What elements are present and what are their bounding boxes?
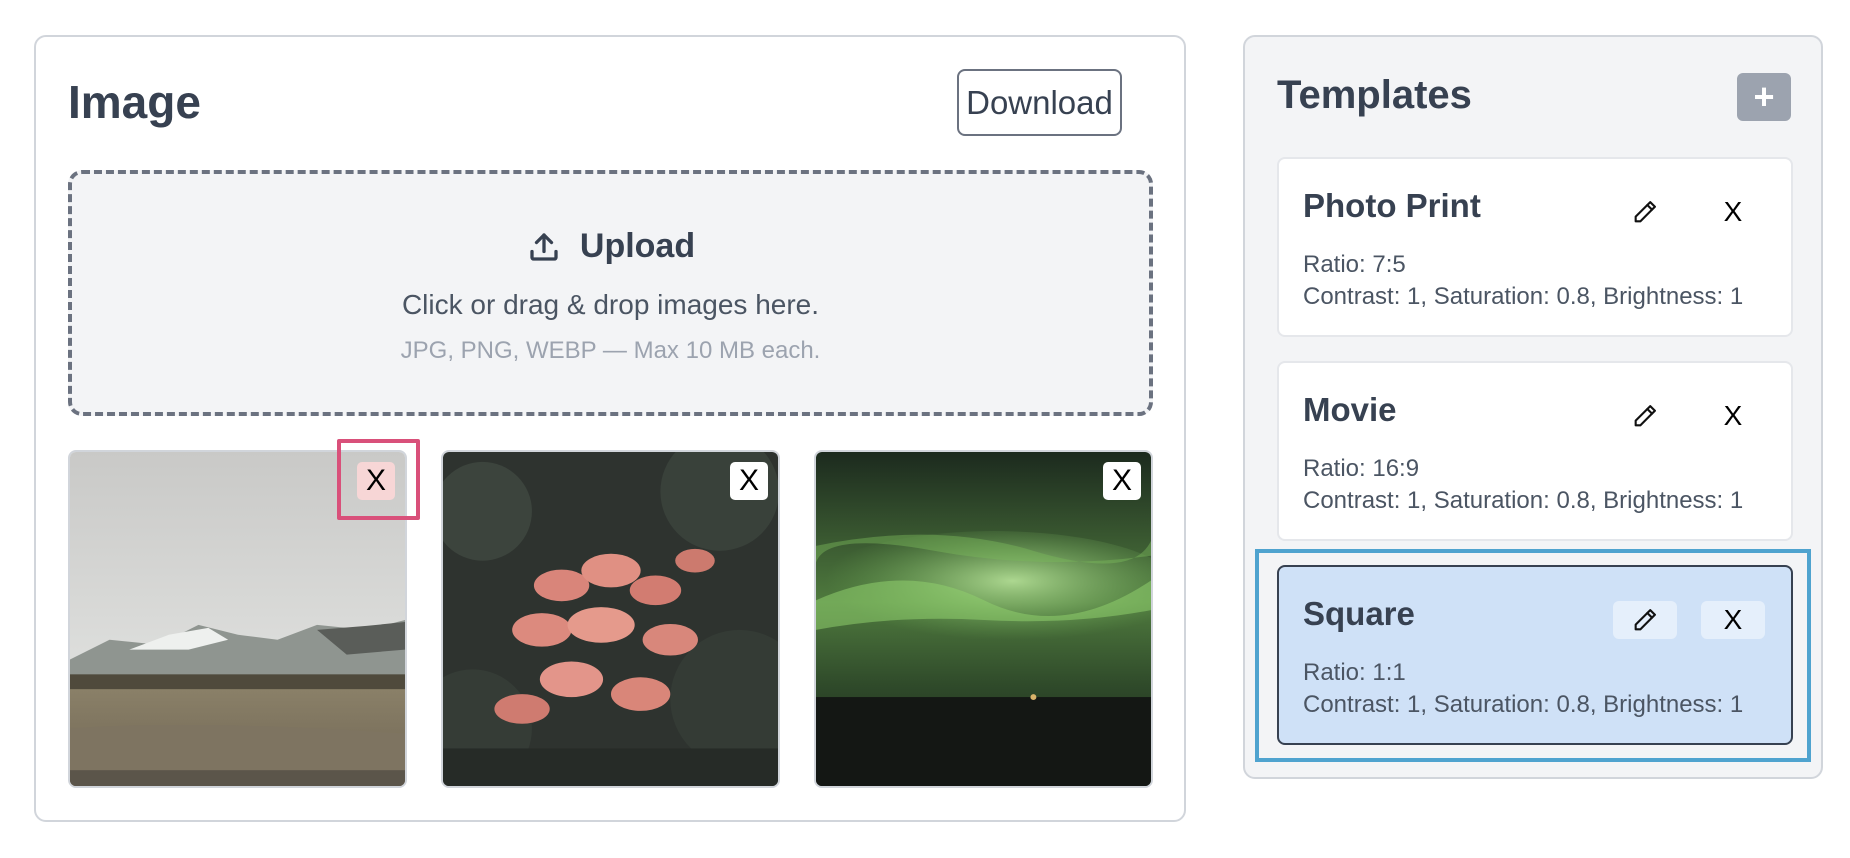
pencil-icon bbox=[1634, 609, 1656, 631]
template-ratio: Ratio: 16:9 bbox=[1303, 455, 1420, 482]
delete-template-button[interactable]: X bbox=[1701, 601, 1765, 639]
template-adjustments: Contrast: 1, Saturation: 0.8, Brightness… bbox=[1303, 487, 1744, 514]
pencil-icon bbox=[1634, 201, 1656, 223]
template-name: Square bbox=[1303, 595, 1415, 632]
aurora-photo bbox=[816, 452, 1151, 786]
flamingos-photo bbox=[443, 452, 778, 786]
image-thumbnail-flamingos[interactable]: X bbox=[441, 450, 780, 788]
upload-dropzone[interactable]: Upload Click or drag & drop images here.… bbox=[68, 170, 1153, 416]
edit-template-button[interactable] bbox=[1613, 193, 1677, 231]
template-name: Movie bbox=[1303, 391, 1397, 428]
templates-panel: Templates + Photo Print X Ratio: 7:5 Con… bbox=[1243, 35, 1823, 779]
remove-image-button[interactable]: X bbox=[730, 462, 768, 500]
download-button[interactable]: Download bbox=[957, 69, 1122, 136]
template-adjustments: Contrast: 1, Saturation: 0.8, Brightness… bbox=[1303, 283, 1744, 310]
add-template-button[interactable]: + bbox=[1737, 73, 1791, 121]
remove-image-button[interactable]: X bbox=[357, 462, 395, 500]
image-thumbnail-landscape[interactable]: X bbox=[68, 450, 407, 788]
image-panel-title: Image bbox=[68, 76, 201, 128]
edit-template-button[interactable] bbox=[1613, 601, 1677, 639]
template-name: Photo Print bbox=[1303, 187, 1481, 224]
remove-image-button[interactable]: X bbox=[1103, 462, 1141, 500]
upload-heading: Upload bbox=[72, 227, 1149, 266]
image-thumbnail-aurora[interactable]: X bbox=[814, 450, 1153, 788]
upload-label: Upload bbox=[579, 227, 696, 265]
templates-title: Templates bbox=[1277, 73, 1472, 117]
landscape-photo bbox=[70, 452, 405, 786]
template-card-movie[interactable]: Movie X Ratio: 16:9 Contrast: 1, Saturat… bbox=[1277, 361, 1793, 541]
delete-template-button[interactable]: X bbox=[1701, 193, 1765, 231]
image-panel: Image Download Upload Click or drag & dr… bbox=[34, 35, 1186, 822]
upload-icon bbox=[530, 232, 558, 261]
dropzone-file-note: JPG, PNG, WEBP — Max 10 MB each. bbox=[400, 337, 821, 364]
template-ratio: Ratio: 7:5 bbox=[1303, 251, 1406, 278]
dropzone-hint: Click or drag & drop images here. bbox=[401, 289, 820, 320]
template-ratio: Ratio: 1:1 bbox=[1303, 659, 1406, 686]
template-adjustments: Contrast: 1, Saturation: 0.8, Brightness… bbox=[1303, 691, 1744, 718]
template-card-square[interactable]: Square X Ratio: 1:1 Contrast: 1, Saturat… bbox=[1277, 565, 1793, 745]
edit-template-button[interactable] bbox=[1613, 397, 1677, 435]
pencil-icon bbox=[1634, 405, 1656, 427]
template-card-photo-print[interactable]: Photo Print X Ratio: 7:5 Contrast: 1, Sa… bbox=[1277, 157, 1793, 337]
delete-template-button[interactable]: X bbox=[1701, 397, 1765, 435]
